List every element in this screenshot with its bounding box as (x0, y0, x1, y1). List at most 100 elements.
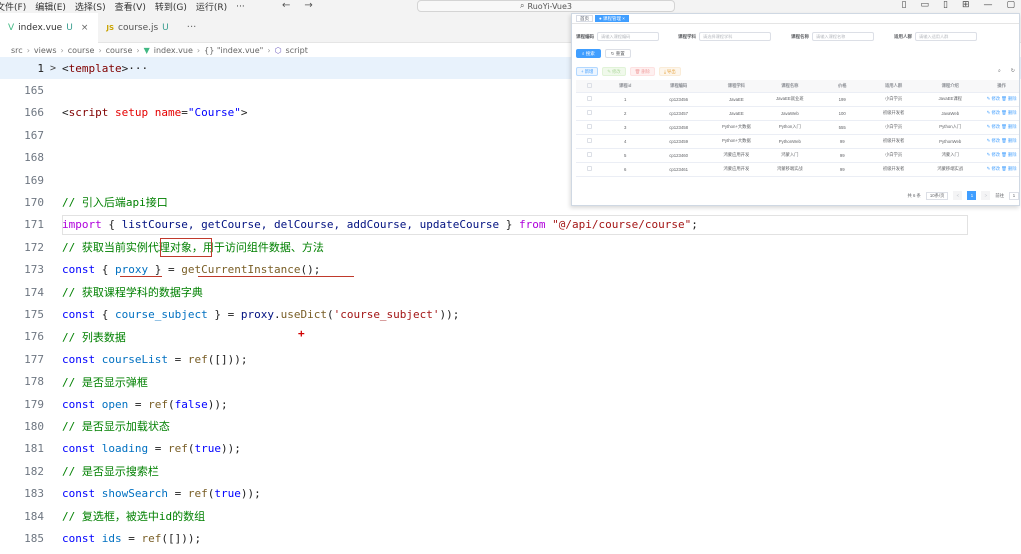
checkbox[interactable] (587, 110, 593, 115)
code-line[interactable]: 186// 复选框，是否单选，用于高亮修改、删除按钮 (0, 550, 1021, 554)
code-line[interactable]: 180 // 是否显示加载状态 (0, 415, 1021, 437)
breadcrumb-item[interactable]: views (34, 46, 57, 55)
menu-file[interactable]: 文件(F) (0, 0, 26, 13)
table-row[interactable]: 2 cp123457 JavaEE JavaWeb 100 初级开发者 JavaWeb ✎ 修… (576, 106, 1019, 121)
checkbox[interactable] (587, 124, 593, 129)
table-cell: 100 (817, 106, 867, 121)
code-line[interactable]: 171 import { listCourse, getCourse, delCo… (0, 214, 1021, 236)
course-code-input[interactable]: 请输入课程编码 (597, 32, 659, 41)
refresh-icon[interactable]: ↻ (1011, 68, 1015, 74)
menu-go[interactable]: 转到(G) (155, 0, 187, 13)
code-line[interactable]: 176 // 列表数据 (0, 326, 1021, 348)
checkbox[interactable] (587, 96, 593, 101)
maximize-icon[interactable]: ▢ (1006, 0, 1015, 10)
breadcrumb-item[interactable]: script (286, 46, 308, 55)
menu-more[interactable]: ··· (236, 2, 245, 12)
layout-customize-icon[interactable]: ⊞ (962, 0, 970, 10)
course-table: 课程id 课程编码 课程学科 课程名称 价格 适用人群 课程介绍 操作 1 cp123456 Jav… (576, 80, 1019, 177)
command-center-search[interactable]: ⌕ RuoYi-Vue3 (417, 0, 675, 12)
code-line[interactable]: 172// 获取当前实例代理对象，用于访问组件数据、方法 (0, 236, 1021, 258)
row-checkbox-cell[interactable] (576, 134, 604, 149)
table-cell: 99 (817, 162, 867, 177)
code-text: <script setup name="Course"> (62, 106, 248, 120)
menu-edit[interactable]: 编辑(E) (35, 0, 66, 13)
audience-input[interactable]: 请输入适用人群 (915, 32, 977, 41)
page-number[interactable]: 1 (967, 191, 977, 200)
delete-button[interactable]: 🗑 删除 (629, 67, 655, 76)
code-text: const open = ref(false)); (62, 397, 228, 411)
breadcrumb-item[interactable]: {} "index.vue" (204, 46, 263, 55)
layout-panel-icon[interactable]: ▭ (920, 0, 929, 10)
code-line[interactable]: 182 // 是否显示搜索栏 (0, 460, 1021, 482)
breadcrumb-item[interactable]: course (68, 46, 95, 55)
course-name-input[interactable]: 请输入课程名称 (812, 32, 874, 41)
menu-view[interactable]: 查看(V) (115, 0, 146, 13)
table-row[interactable]: 1 cp123456 JavaEE JavaEE就业班 199 小白学员 JavaEE课程 ✎… (576, 92, 1019, 107)
code-line[interactable]: 173 const { proxy } = getCurrentInstance(… (0, 259, 1021, 281)
reset-button[interactable]: ↻ 重置 (604, 49, 631, 58)
code-line[interactable]: 185 const ids = ref([])); (0, 527, 1021, 549)
fold-chevron-icon[interactable]: > (50, 63, 56, 74)
export-button[interactable]: ⤓ 导出 (658, 67, 681, 76)
checkbox[interactable] (587, 166, 593, 171)
minimize-icon[interactable]: — (983, 0, 992, 10)
code-line[interactable]: 179 const open = ref(false)); (0, 393, 1021, 415)
table-cell: cp123457 (646, 106, 711, 121)
table-cell: PythonWeb (762, 134, 818, 149)
row-actions[interactable]: ✎ 修改 🗑 删除 (980, 134, 1019, 149)
row-checkbox-cell[interactable] (576, 148, 604, 163)
code-line[interactable]: 175 const { course_subject } = proxy.useD… (0, 303, 1021, 325)
row-checkbox-cell[interactable] (576, 92, 604, 107)
code-line[interactable]: 183 const showSearch = ref(true)); (0, 483, 1021, 505)
layout-secondary-icon[interactable]: ▯ (943, 0, 948, 10)
back-arrow-icon[interactable]: ← (282, 0, 290, 11)
checkbox[interactable] (587, 82, 593, 88)
forward-arrow-icon[interactable]: → (304, 0, 312, 11)
layout-sidebar-icon[interactable]: ▯ (902, 0, 907, 10)
checkbox[interactable] (587, 138, 593, 143)
table-row[interactable]: 4 cp123459 Python+大数据 PythonWeb 99 初级开发者 Pytho… (576, 134, 1019, 149)
code-line[interactable]: 177 const courseList = ref([])); (0, 348, 1021, 370)
row-checkbox-cell[interactable] (576, 162, 604, 177)
field-course-name: 课程名称 请输入课程名称 (791, 32, 874, 41)
code-line[interactable]: 181 const loading = ref(true)); (0, 438, 1021, 460)
tab-course-js[interactable]: JS course.js U (98, 13, 178, 43)
search-buttons: ⌕ 搜索 ↻ 重置 (576, 49, 631, 58)
edit-button[interactable]: ✎ 修改 (602, 67, 626, 76)
row-actions[interactable]: ✎ 修改 🗑 删除 (980, 106, 1019, 121)
code-line[interactable]: 184 // 复选框，被选中id的数组 (0, 505, 1021, 527)
row-actions[interactable]: ✎ 修改 🗑 删除 (980, 162, 1019, 177)
goto-page-input[interactable]: 1 (1009, 191, 1019, 200)
breadcrumb-item[interactable]: index.vue (154, 46, 193, 55)
next-page-button[interactable]: > (981, 191, 991, 200)
table-row[interactable]: 5 cp123460 鸿蒙应用开发 鸿蒙入门 99 小白学员 鸿蒙入门 ✎ 修改 🗑 删除 (576, 148, 1019, 163)
tag-course[interactable]: ● 课程管理 × (595, 15, 629, 22)
course-subject-select[interactable]: 请选择课程学科 (699, 32, 771, 41)
chevron-right-icon: › (60, 45, 64, 55)
tag-home[interactable]: 首页 (576, 15, 593, 22)
tab-index-vue[interactable]: V index.vue U × (0, 13, 99, 43)
checkbox[interactable] (587, 152, 593, 157)
toggle-search-icon[interactable]: ⌕ (998, 68, 1001, 74)
add-button[interactable]: + 新增 (576, 67, 599, 76)
row-checkbox-cell[interactable] (576, 120, 604, 135)
row-actions[interactable]: ✎ 修改 🗑 删除 (980, 148, 1019, 163)
menu-selection[interactable]: 选择(S) (75, 0, 106, 13)
more-tabs-icon[interactable]: ··· (179, 13, 205, 42)
close-icon[interactable]: × (81, 23, 89, 33)
prev-page-button[interactable]: < (953, 191, 963, 200)
table-row[interactable]: 6 cp123461 鸿蒙应用开发 鸿蒙移端实战 99 初级开发者 鸿蒙移端实战 ✎ 修改 🗑… (576, 162, 1019, 177)
code-line[interactable]: 174 // 获取课程学科的数据字典 (0, 281, 1021, 303)
row-actions[interactable]: ✎ 修改 🗑 删除 (980, 92, 1019, 107)
breadcrumb-item[interactable]: src (11, 46, 23, 55)
row-checkbox-cell[interactable] (576, 106, 604, 121)
table-row[interactable]: 3 cp123458 Python+大数据 Python入门 555 小白学员 Python… (576, 120, 1019, 135)
row-actions[interactable]: ✎ 修改 🗑 删除 (980, 120, 1019, 135)
code-line[interactable]: 178 // 是否显示弹框 (0, 371, 1021, 393)
select-all-checkbox-cell[interactable] (576, 80, 604, 93)
breadcrumb-item[interactable]: course (106, 46, 133, 55)
menu-run[interactable]: 运行(R) (196, 0, 227, 13)
page-size-select[interactable]: 10条/页 (925, 191, 949, 200)
table-cell: JavaWeb (920, 106, 981, 121)
search-button[interactable]: ⌕ 搜索 (576, 49, 601, 58)
